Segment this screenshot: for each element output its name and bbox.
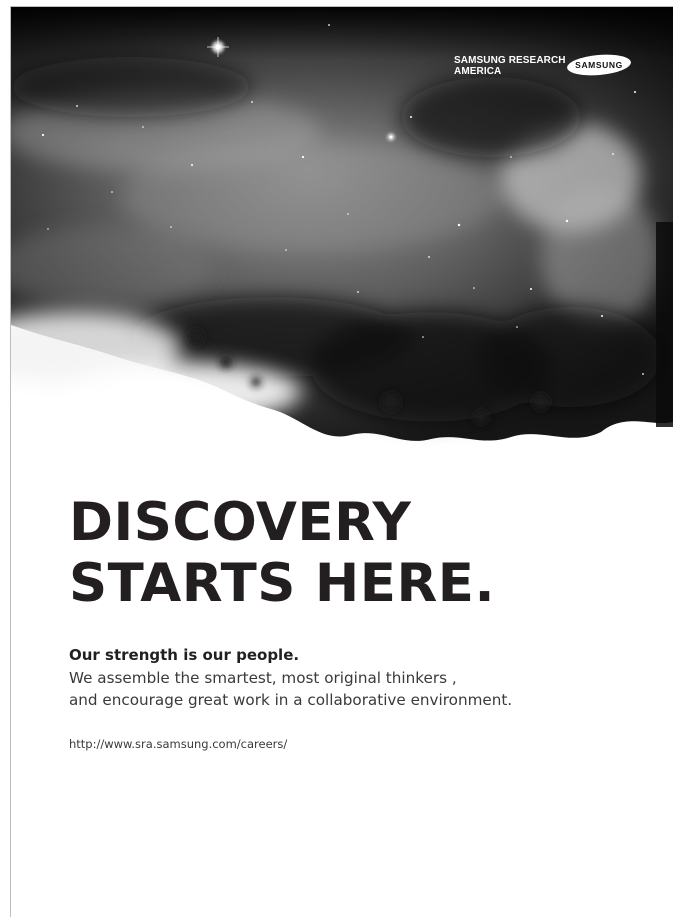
body-copy-line-1: We assemble the smartest, most original … <box>69 669 457 687</box>
headline: DISCOVERY STARTS HERE. <box>69 492 495 614</box>
tagline: Our strength is our people. <box>69 646 300 664</box>
research-name: SAMSUNG RESEARCH AMERICA <box>454 55 566 77</box>
careers-url[interactable]: http://www.sra.samsung.com/careers/ <box>69 736 287 752</box>
samsung-logo-text: SAMSUNG <box>575 60 623 70</box>
body-copy: We assemble the smartest, most original … <box>69 667 512 711</box>
headline-line-2: STARTS HERE. <box>69 553 496 614</box>
headline-line-1: DISCOVERY <box>69 492 412 553</box>
body-copy-line-2: and encourage great work in a collaborat… <box>69 691 513 709</box>
samsung-logo[interactable]: SAMSUNG <box>566 54 632 76</box>
